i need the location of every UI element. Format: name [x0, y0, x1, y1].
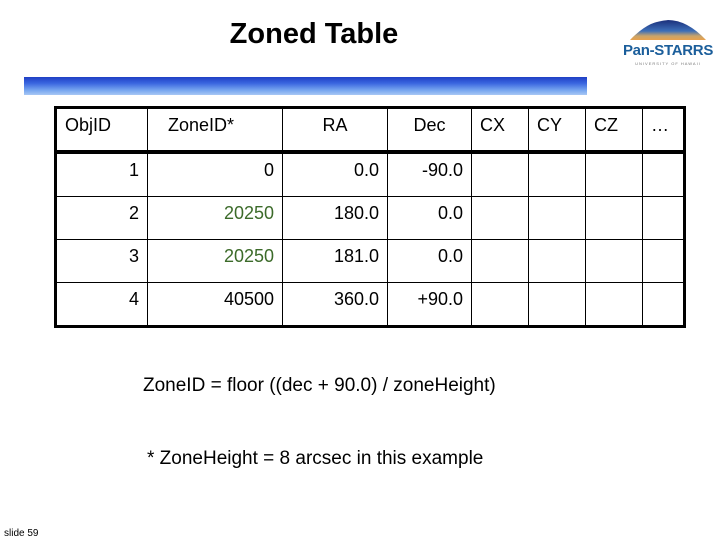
cell-dec: -90.0 [387, 151, 472, 197]
cell-cx [471, 151, 529, 197]
header-cy: CY [528, 107, 586, 154]
title-accent-bar [24, 77, 587, 95]
table-row: 2 20250 180.0 0.0 [55, 196, 685, 240]
cell-objid: 2 [55, 196, 148, 240]
table-row: 3 20250 181.0 0.0 [55, 239, 685, 283]
cell-cy [528, 282, 586, 327]
cell-dec: +90.0 [387, 282, 472, 327]
cell-cy [528, 151, 586, 197]
cell-more [642, 151, 685, 197]
table-row: 4 40500 360.0 +90.0 [55, 282, 685, 327]
cell-ra: 360.0 [282, 282, 388, 327]
slide-title: Zoned Table [229, 18, 399, 50]
header-more: … [642, 107, 685, 154]
zoned-table: ObjID ZoneID* RA Dec CX CY CZ … 1 0 0.0 … [54, 106, 686, 328]
logo-text: Pan-STARRS [622, 42, 714, 59]
cell-cx [471, 282, 529, 327]
cell-objid: 4 [55, 282, 148, 327]
cell-dec: 0.0 [387, 239, 472, 283]
cell-cz [585, 151, 643, 197]
cell-zoneid: 0 [147, 151, 283, 197]
cell-ra: 0.0 [282, 151, 388, 197]
cell-cz [585, 239, 643, 283]
zone-height-note: * ZoneHeight = 8 arcsec in this example [147, 448, 484, 469]
pan-starrs-logo: Pan-STARRS UNIVERSITY OF HAWAII [620, 4, 716, 70]
table-row: 1 0 0.0 -90.0 [55, 151, 685, 197]
cell-zoneid-highlighted: 20250 [147, 239, 283, 283]
header-dec: Dec [387, 107, 472, 154]
cell-cy [528, 239, 586, 283]
header-ra: RA [282, 107, 388, 154]
table-header-row: ObjID ZoneID* RA Dec CX CY CZ … [55, 107, 685, 154]
cell-cz [585, 196, 643, 240]
header-cx: CX [471, 107, 529, 154]
cell-more [642, 239, 685, 283]
cell-cz [585, 282, 643, 327]
slide-number: slide 59 [4, 528, 39, 539]
header-objid: ObjID [55, 107, 148, 154]
cell-objid: 1 [55, 151, 148, 197]
logo-subtitle: UNIVERSITY OF HAWAII [635, 61, 701, 66]
cell-ra: 180.0 [282, 196, 388, 240]
header-zoneid: ZoneID* [147, 107, 283, 154]
cell-cx [471, 239, 529, 283]
cell-zoneid-highlighted: 20250 [147, 196, 283, 240]
cell-more [642, 196, 685, 240]
cell-zoneid: 40500 [147, 282, 283, 327]
cell-objid: 3 [55, 239, 148, 283]
night-sky-dome-icon [630, 17, 706, 40]
cell-ra: 181.0 [282, 239, 388, 283]
cell-dec: 0.0 [387, 196, 472, 240]
cell-cy [528, 196, 586, 240]
header-cz: CZ [585, 107, 643, 154]
cell-cx [471, 196, 529, 240]
cell-more [642, 282, 685, 327]
zoneid-formula: ZoneID = floor ((dec + 90.0) / zoneHeigh… [143, 375, 496, 396]
